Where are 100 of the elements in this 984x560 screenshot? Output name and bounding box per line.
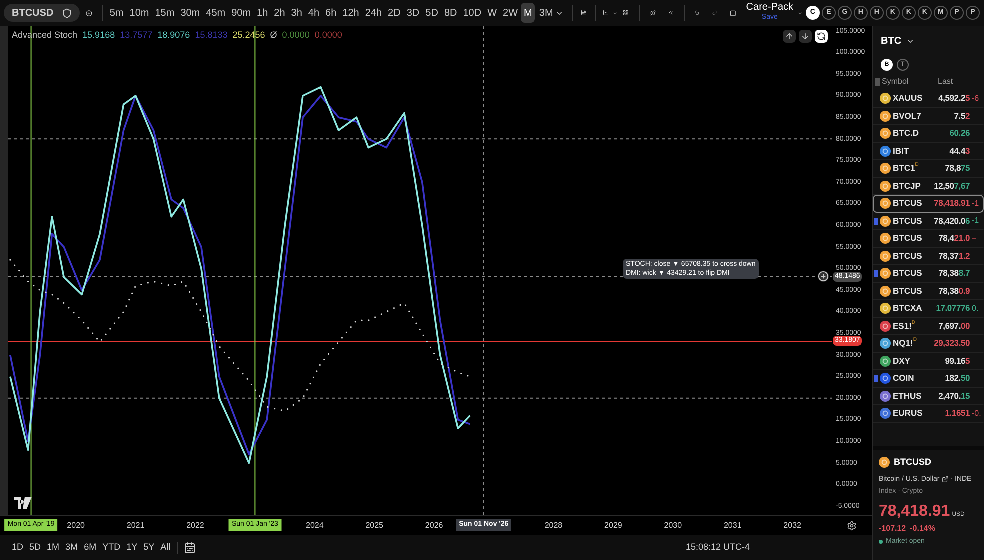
watchlist-row[interactable]: BTCXA 17.07776 0. (873, 300, 984, 318)
last-price: 4,592.25 (938, 92, 970, 106)
symbol-text: ETHUS (893, 390, 922, 403)
last-price: 7,697.00 (938, 320, 970, 333)
watchlist-row[interactable]: BTCUS 78,420.06 -1 (873, 212, 984, 230)
timeframe-tab[interactable]: 10D (460, 3, 485, 23)
change-value: -1 (972, 198, 980, 210)
timeframe-tab[interactable]: 90m (228, 3, 254, 23)
symbol-text: IBIT (893, 144, 910, 158)
range-button[interactable]: 1Y (126, 540, 138, 554)
symbol-text: BVOL7 (893, 110, 922, 123)
symbol-text: NQ1! (893, 337, 914, 350)
shield-icon[interactable] (62, 8, 72, 18)
axis-label: 2022 (186, 520, 204, 532)
range-button[interactable]: 5Y (144, 540, 155, 554)
timeframe-tab[interactable]: 3h (288, 3, 306, 23)
last-price: 60.26 (948, 127, 970, 140)
watchlist-row[interactable]: BTC.D 60.26 (873, 125, 984, 142)
watchlist-row[interactable]: COIN 182.50 (873, 370, 984, 388)
timeframe-tab[interactable]: 10m (126, 3, 152, 23)
watchlist-row[interactable]: BTCUS 78,421.0 – (873, 230, 984, 248)
watchlist-row[interactable]: XAUUS 4,592.25 -6 (873, 90, 984, 108)
range-button[interactable]: YTD (102, 540, 121, 554)
timeframe-tab[interactable]: W (484, 3, 500, 23)
range-button[interactable]: 1D (12, 540, 24, 554)
last-price: 78,418.91 (933, 197, 970, 210)
last-price: 2,470.15 (938, 390, 970, 403)
layout-name[interactable]: Care-Pack (746, 3, 794, 13)
range-button[interactable]: 3M (66, 540, 78, 554)
timeframe-tab[interactable]: 4h (305, 3, 323, 23)
external-link-icon[interactable] (942, 476, 949, 484)
flag-icon[interactable] (874, 375, 878, 382)
symbol-text: BTCUS (893, 197, 922, 210)
range-button[interactable]: 5D (30, 540, 42, 554)
symbol-logo-icon (880, 216, 891, 227)
change-value: -1 (972, 215, 980, 228)
last-price: 78,371.2 (938, 250, 970, 263)
symbol-logo-icon (879, 457, 890, 468)
axis-label: 2025 (366, 520, 384, 532)
column-header[interactable]: Symbol (882, 76, 936, 88)
calendar-icon[interactable] (184, 542, 196, 554)
watchlist-row[interactable]: BVOL7 7.52 (873, 108, 984, 125)
timeframe-tab[interactable]: 2D (385, 3, 404, 23)
indicator-value: 0.0000 (282, 29, 310, 42)
add-icon[interactable] (818, 271, 829, 282)
timeframe-tab[interactable]: 15m (152, 3, 178, 23)
timeframe-tab[interactable]: 6h (322, 3, 340, 23)
change-value: -6 (972, 92, 980, 105)
symbol-text: BTCJP (893, 180, 921, 193)
timeframe-tab[interactable]: 3D (404, 3, 423, 23)
timeframe-dropdown[interactable]: 3M (535, 6, 568, 20)
refresh-icon (817, 32, 826, 41)
last-price: 29,323.50 (933, 337, 970, 350)
watchlist-row[interactable]: BTCUS 78,388.7 (873, 265, 984, 282)
indicator-value: Ø (270, 29, 278, 42)
range-button[interactable]: All (160, 540, 171, 554)
watchlist-row[interactable]: DXY 99.165 (873, 352, 984, 370)
scroll-down-button[interactable] (799, 30, 812, 43)
timeframe-tab[interactable]: 5D (422, 3, 442, 23)
range-button[interactable]: 1M (47, 540, 60, 554)
axis-label: 2032 (784, 520, 802, 532)
symbol-text: ES1! (893, 320, 912, 333)
symbol-logo-icon (880, 286, 891, 297)
timeframe-tab[interactable]: 2h (271, 3, 288, 23)
watchlist-row[interactable]: BTCUS 78,418.91 -1 (873, 195, 984, 212)
watchlist-row[interactable]: ETHUS 2,470.15 (873, 388, 984, 405)
last-price: 1.1651 (944, 407, 970, 420)
watchlist-row[interactable]: IBIT 44.43 (873, 142, 984, 160)
flag-icon[interactable] (874, 270, 878, 278)
watchlist-title[interactable]: BTC (881, 34, 902, 48)
timeframe-tab[interactable]: 1h (254, 3, 272, 23)
settings-icon[interactable] (847, 520, 857, 530)
timeframe-tab[interactable]: 24h (362, 3, 386, 23)
watchlist-row[interactable]: BTCJP 12,507,67 (873, 178, 984, 195)
watchlist-row[interactable]: BTCUS 78,371.2 (873, 248, 984, 265)
symbol-search[interactable]: BTCUSD (4, 4, 80, 22)
range-button[interactable]: 6M (84, 540, 97, 554)
last-price: 7.52 (953, 110, 970, 123)
symbol-text: BTCUSD (12, 6, 54, 20)
watchlist-row[interactable]: BTCUS 78,380.9 (873, 282, 984, 300)
timeframe-tab[interactable]: 30m (178, 3, 204, 23)
timeframe-tab[interactable]: 12h (340, 3, 362, 23)
change-percent: -0.14% (910, 522, 936, 534)
indicator-value: 15.8133 (195, 29, 228, 42)
arrow-down-icon (801, 32, 810, 41)
symbol-text: BTCUS (893, 250, 922, 263)
watchlist-row[interactable]: EURUS 1.1651 -0. (873, 405, 984, 422)
flag-icon[interactable] (874, 218, 878, 225)
symbol-logo-icon (880, 320, 891, 332)
indicator-value: 13.7577 (120, 29, 153, 42)
timeframe-tab[interactable]: 8D (441, 3, 460, 23)
timeframe-tab[interactable]: 45m (203, 3, 229, 23)
reset-button[interactable] (815, 30, 828, 43)
timeframe-tab[interactable]: 2W (500, 3, 522, 23)
axis-label: 2031 (724, 520, 742, 532)
scroll-up-button[interactable] (783, 30, 796, 43)
timeframe-tab[interactable]: M (521, 3, 536, 23)
last-price: 12,507,67 (933, 180, 970, 193)
column-header[interactable]: Last (938, 76, 954, 88)
timeframe-tab[interactable]: 5m (106, 3, 127, 23)
